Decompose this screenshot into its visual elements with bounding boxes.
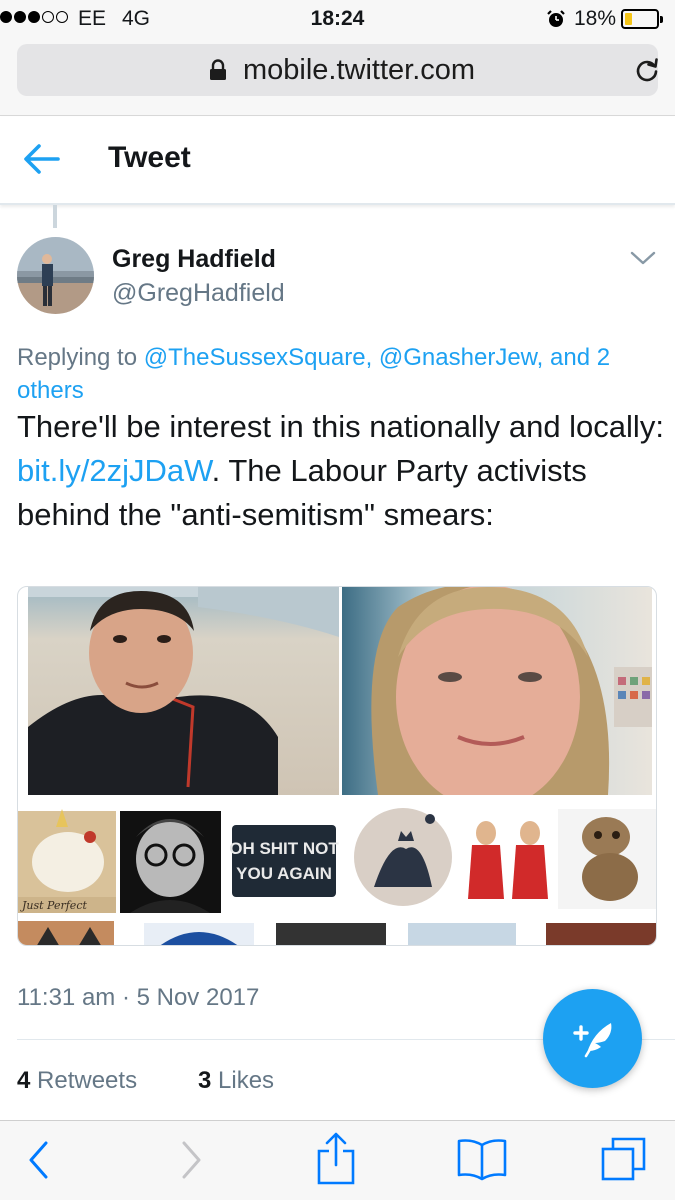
tabs-icon[interactable] — [600, 1135, 648, 1183]
tweet-media-image[interactable]: Just Perfect OH SHIT NOT YOU AGAIN — [17, 586, 657, 946]
share-icon[interactable] — [316, 1131, 356, 1185]
chevron-down-icon[interactable] — [630, 248, 656, 268]
lock-icon — [210, 59, 226, 80]
reload-icon[interactable] — [634, 57, 660, 83]
battery-icon — [621, 9, 663, 29]
retweets-count[interactable]: 4 Retweets — [17, 1067, 137, 1095]
replying-to-prefix: Replying to — [17, 344, 144, 371]
page-title: Tweet — [108, 141, 191, 174]
media-collage: Just Perfect OH SHIT NOT YOU AGAIN — [18, 587, 656, 945]
address-bar[interactable]: mobile.twitter.com — [17, 44, 658, 96]
likes-number: 3 — [198, 1067, 212, 1094]
url-text: mobile.twitter.com — [243, 54, 476, 86]
tweet-timestamp[interactable]: 11:31 am · 5 Nov 2017 — [17, 984, 259, 1012]
browser-address-area: mobile.twitter.com — [0, 38, 675, 116]
avatar[interactable] — [17, 237, 94, 314]
back-icon[interactable] — [26, 1135, 52, 1185]
media-stamp-text: Just Perfect — [20, 899, 87, 912]
media-caption-line1: OH SHIT NOT — [229, 839, 339, 858]
tweet-text-part: There'll be interest in this nationally … — [17, 409, 664, 444]
tweet-text: There'll be interest in this nationally … — [17, 405, 667, 537]
retweets-number: 4 — [17, 1067, 31, 1094]
media-caption-line2: YOU AGAIN — [236, 864, 332, 883]
back-arrow-icon[interactable] — [22, 142, 60, 176]
likes-label: Likes — [211, 1067, 275, 1094]
replying-to-line: Replying to @TheSussexSquare, @GnasherJe… — [17, 341, 662, 407]
alarm-icon — [547, 10, 565, 27]
status-bar: EE 4G 18:24 18% — [0, 0, 675, 38]
forward-icon[interactable] — [178, 1135, 204, 1185]
twitter-header: Tweet — [0, 117, 675, 205]
thread-connector-line — [53, 205, 57, 228]
battery-percent: 18% — [574, 7, 617, 30]
retweets-label: Retweets — [30, 1067, 138, 1094]
compose-feather-icon — [573, 1023, 612, 1058]
bookmarks-icon[interactable] — [456, 1137, 508, 1181]
likes-count[interactable]: 3 Likes — [198, 1067, 274, 1095]
avatar-photo — [17, 237, 94, 314]
author-handle[interactable]: @GregHadfield — [112, 279, 285, 308]
compose-tweet-button[interactable] — [543, 989, 642, 1088]
author-name[interactable]: Greg Hadfield — [112, 245, 276, 274]
tweet-link[interactable]: bit.ly/2zjJDaW — [17, 453, 212, 488]
browser-toolbar — [0, 1120, 675, 1200]
